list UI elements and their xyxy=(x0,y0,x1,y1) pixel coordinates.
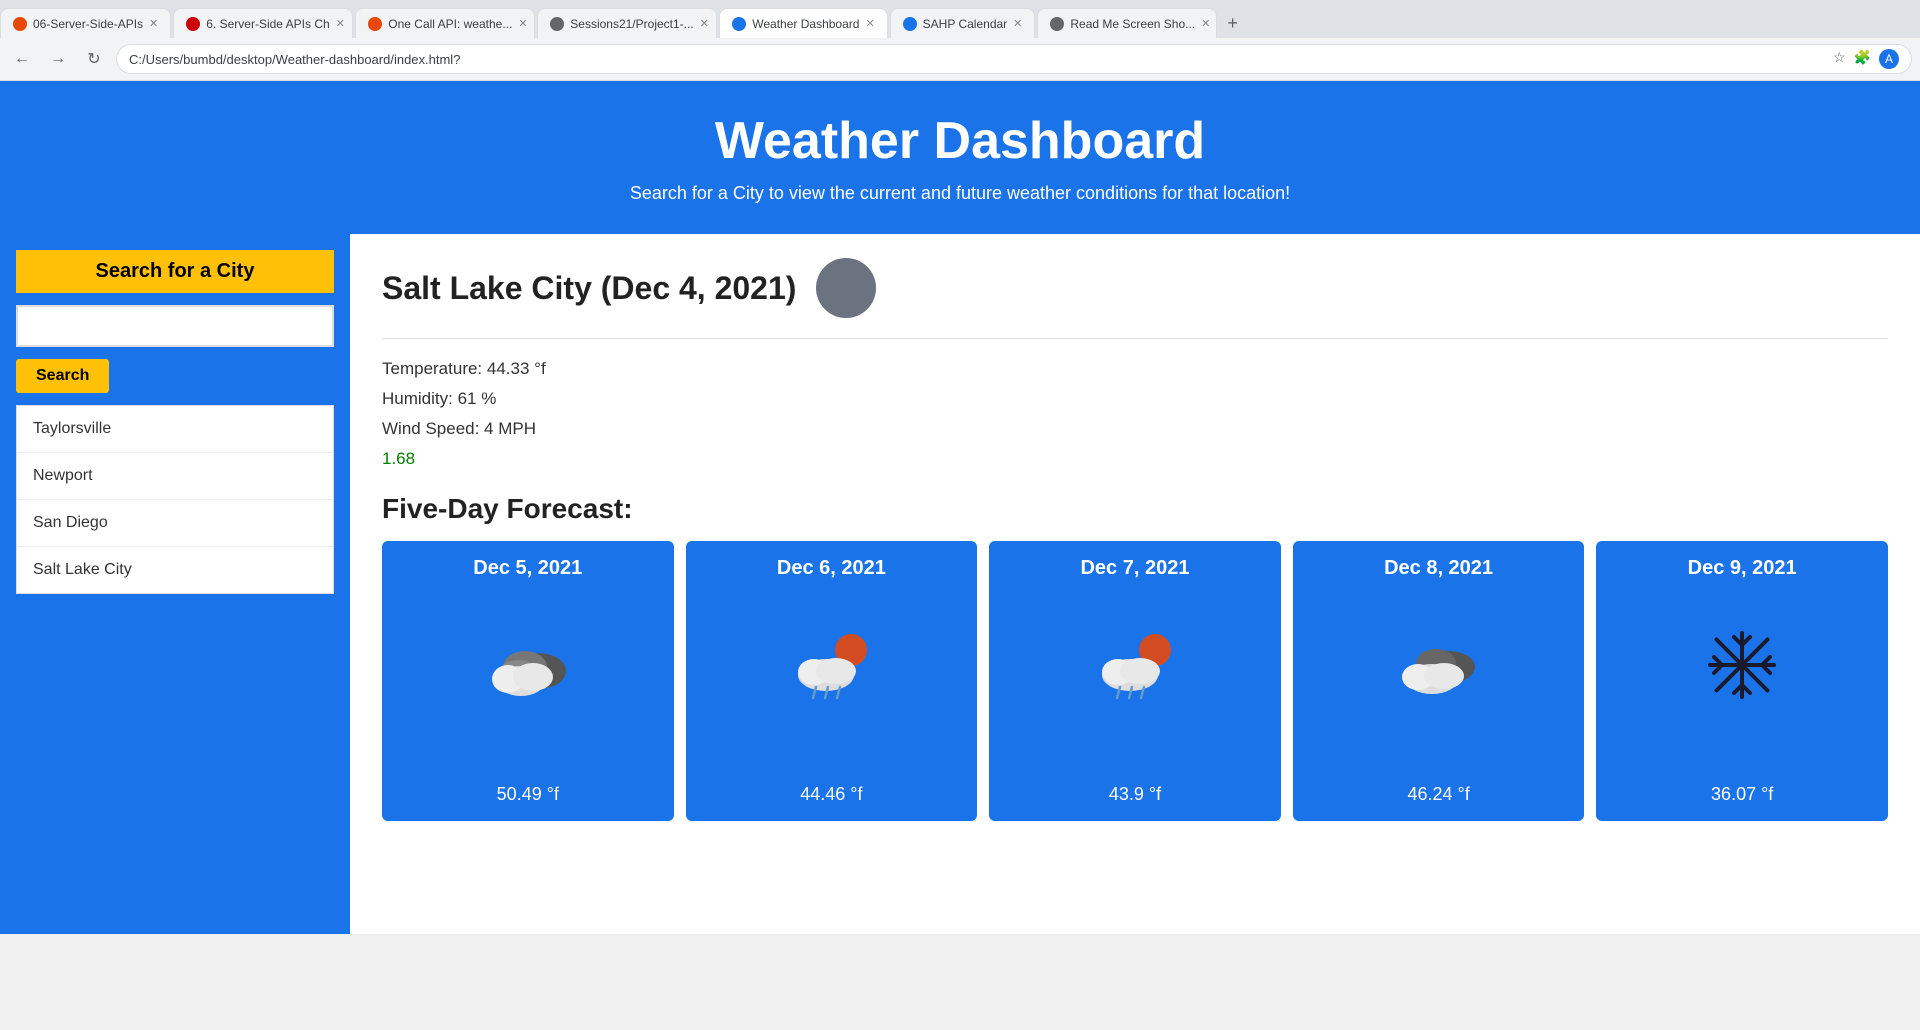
tab-server-apis-ch[interactable]: 6. Server-Side APIs Ch ✕ xyxy=(173,8,353,38)
search-button[interactable]: Search xyxy=(16,359,109,393)
tab-label: SAHP Calendar xyxy=(923,17,1008,31)
tab-close-icon[interactable]: ✕ xyxy=(1013,17,1022,30)
tab-favicon xyxy=(732,17,746,31)
sidebar: Search for a City Search Taylorsville Ne… xyxy=(0,234,350,934)
main-content: Search for a City Search Taylorsville Ne… xyxy=(0,234,1920,934)
tab-favicon xyxy=(13,17,27,31)
tab-server-apis[interactable]: 06-Server-Side-APIs ✕ xyxy=(0,8,171,38)
tab-sessions21[interactable]: Sessions21/Project1-... ✕ xyxy=(537,8,717,38)
app-subtitle: Search for a City to view the current an… xyxy=(20,183,1900,204)
tab-close-icon[interactable]: ✕ xyxy=(149,17,158,30)
address-text: C:/Users/bumbd/desktop/Weather-dashboard… xyxy=(129,52,1833,67)
search-input[interactable] xyxy=(16,305,334,347)
tab-bar: 06-Server-Side-APIs ✕ 6. Server-Side API… xyxy=(0,0,1920,38)
forecast-card-day4: Dec 8, 2021 46.24 °f xyxy=(1293,541,1585,821)
bookmark-icon[interactable]: ☆ xyxy=(1833,49,1846,69)
tab-close-icon[interactable]: ✕ xyxy=(336,17,345,30)
profile-icon[interactable]: A xyxy=(1879,49,1899,69)
forecast-icon-day5 xyxy=(1702,625,1782,705)
tab-label: 6. Server-Side APIs Ch xyxy=(206,17,329,31)
app-header: Weather Dashboard Search for a City to v… xyxy=(0,81,1920,234)
tab-favicon xyxy=(1050,17,1064,31)
forecast-date-day5: Dec 9, 2021 xyxy=(1688,557,1797,580)
forecast-temp-day4: 46.24 °f xyxy=(1407,772,1469,805)
tab-label: Weather Dashboard xyxy=(752,17,859,31)
sidebar-title: Search for a City xyxy=(16,250,334,293)
tab-weather-dashboard[interactable]: Weather Dashboard ✕ xyxy=(719,8,887,38)
city-item-taylorsville[interactable]: Taylorsville xyxy=(17,406,333,453)
city-item-san-diego[interactable]: San Diego xyxy=(17,500,333,547)
tab-close-icon[interactable]: ✕ xyxy=(1201,17,1210,30)
tab-favicon xyxy=(186,17,200,31)
browser-chrome: 06-Server-Side-APIs ✕ 6. Server-Side API… xyxy=(0,0,1920,81)
forecast-date-day3: Dec 7, 2021 xyxy=(1080,557,1189,580)
forecast-cards: Dec 5, 2021 50.49 °f xyxy=(382,541,1888,821)
tab-close-icon[interactable]: ✕ xyxy=(700,17,709,30)
forecast-temp-day5: 36.07 °f xyxy=(1711,772,1773,805)
forecast-title: Five-Day Forecast: xyxy=(382,493,1888,525)
address-bar-row: ← → ↻ C:/Users/bumbd/desktop/Weather-das… xyxy=(0,38,1920,80)
tab-label: Sessions21/Project1-... xyxy=(570,17,693,31)
address-bar[interactable]: C:/Users/bumbd/desktop/Weather-dashboard… xyxy=(116,44,1912,74)
tab-sahp-calendar[interactable]: SAHP Calendar ✕ xyxy=(890,8,1036,38)
forecast-card-day1: Dec 5, 2021 50.49 °f xyxy=(382,541,674,821)
current-weather: Salt Lake City (Dec 4, 2021) xyxy=(382,258,1888,339)
current-weather-icon xyxy=(816,258,876,318)
humidity-detail: Humidity: 61 % xyxy=(382,389,1888,409)
forecast-date-day4: Dec 8, 2021 xyxy=(1384,557,1493,580)
city-list: Taylorsville Newport San Diego Salt Lake… xyxy=(16,405,334,594)
forecast-icon-day2 xyxy=(786,625,876,705)
forecast-icon-day1 xyxy=(483,629,573,699)
back-button[interactable]: ← xyxy=(8,45,36,73)
forecast-date-day2: Dec 6, 2021 xyxy=(777,557,886,580)
app-title: Weather Dashboard xyxy=(20,111,1900,171)
tab-favicon xyxy=(368,17,382,31)
reload-button[interactable]: ↻ xyxy=(80,45,108,73)
tab-readme[interactable]: Read Me Screen Sho... ✕ xyxy=(1037,8,1217,38)
forecast-card-day2: Dec 6, 2021 44.46 °f xyxy=(686,541,978,821)
tab-label: 06-Server-Side-APIs xyxy=(33,17,143,31)
forecast-temp-day3: 43.9 °f xyxy=(1109,772,1161,805)
temperature-detail: Temperature: 44.33 °f xyxy=(382,359,1888,379)
city-item-salt-lake-city[interactable]: Salt Lake City xyxy=(17,547,333,593)
forecast-temp-day2: 44.46 °f xyxy=(800,772,862,805)
extensions-icon[interactable]: 🧩 xyxy=(1854,49,1871,69)
tab-close-icon[interactable]: ✕ xyxy=(518,17,527,30)
forecast-icon-day4 xyxy=(1394,629,1484,699)
uv-index-detail: 1.68 xyxy=(382,449,1888,469)
forward-button[interactable]: → xyxy=(44,45,72,73)
weather-details: Temperature: 44.33 °f Humidity: 61 % Win… xyxy=(382,359,1888,469)
tab-close-icon[interactable]: ✕ xyxy=(865,17,874,30)
new-tab-button[interactable]: + xyxy=(1219,9,1246,38)
forecast-temp-day1: 50.49 °f xyxy=(497,772,559,805)
forecast-date-day1: Dec 5, 2021 xyxy=(473,557,582,580)
tab-label: Read Me Screen Sho... xyxy=(1070,17,1195,31)
forecast-card-day3: Dec 7, 2021 43.9 °f xyxy=(989,541,1281,821)
tab-label: One Call API: weathe... xyxy=(388,17,512,31)
forecast-card-day5: Dec 9, 2021 xyxy=(1596,541,1888,821)
wind-speed-detail: Wind Speed: 4 MPH xyxy=(382,419,1888,439)
tab-one-call-api[interactable]: One Call API: weathe... ✕ xyxy=(355,8,535,38)
weather-panel: Salt Lake City (Dec 4, 2021) Temperature… xyxy=(350,234,1920,934)
tab-favicon xyxy=(550,17,564,31)
forecast-icon-day3 xyxy=(1090,625,1180,705)
city-item-newport[interactable]: Newport xyxy=(17,453,333,500)
current-city-title: Salt Lake City (Dec 4, 2021) xyxy=(382,270,796,307)
tab-favicon xyxy=(903,17,917,31)
address-bar-icons: ☆ 🧩 A xyxy=(1833,49,1899,69)
